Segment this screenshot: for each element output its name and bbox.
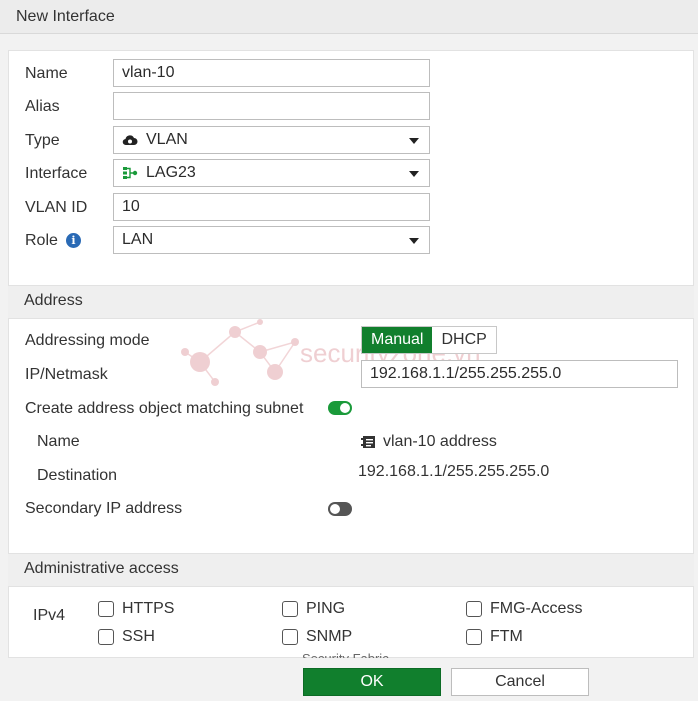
snmp-checkbox[interactable]: SNMP — [282, 628, 352, 646]
ok-button[interactable]: OK — [303, 668, 441, 696]
type-select[interactable]: VLAN — [113, 126, 430, 154]
https-checkbox[interactable]: HTTPS — [98, 600, 174, 618]
name-input[interactable] — [113, 59, 430, 87]
fmg-access-checkbox[interactable]: FMG-Access — [466, 600, 582, 618]
ipv4-label: IPv4 — [33, 607, 66, 624]
role-label: Role i — [25, 232, 81, 250]
interface-select[interactable]: LAG23 — [113, 159, 430, 187]
checkbox-box[interactable] — [282, 629, 298, 645]
secondary-ip-label: Secondary IP address — [25, 500, 183, 517]
object-name-text: vlan-10 address — [383, 433, 497, 450]
create-object-label: Create address object matching subnet — [25, 400, 304, 417]
create-object-toggle[interactable] — [328, 401, 352, 415]
interface-value: LAG23 — [146, 164, 196, 181]
admin-access-panel — [8, 586, 694, 658]
dialog-footer: OK Cancel — [0, 658, 698, 701]
network-aggregate-icon — [123, 167, 138, 179]
dialog-title: New Interface — [0, 0, 698, 34]
admin-access-section-header: Administrative access — [8, 554, 694, 586]
ip-netmask-label: IP/Netmask — [25, 366, 108, 383]
security-fabric-partial-label: Security Fabric — [302, 651, 389, 658]
address-panel — [8, 318, 694, 554]
alias-input[interactable] — [113, 92, 430, 120]
ping-checkbox[interactable]: PING — [282, 600, 345, 618]
alias-label: Alias — [25, 98, 60, 115]
checkbox-box[interactable] — [98, 629, 114, 645]
info-icon[interactable]: i — [65, 233, 81, 248]
destination-value: 192.168.1.1/255.255.255.0 — [358, 463, 550, 480]
role-select[interactable]: LAN — [113, 226, 430, 254]
checkbox-box[interactable] — [466, 601, 482, 617]
chevron-down-icon — [409, 238, 419, 244]
role-value: LAN — [122, 231, 154, 248]
address-section-header: Address — [8, 286, 694, 318]
ftm-checkbox[interactable]: FTM — [466, 628, 523, 646]
destination-label: Destination — [37, 467, 118, 484]
type-value: VLAN — [146, 131, 188, 148]
cloud-icon — [122, 135, 138, 146]
mode-manual-button[interactable]: Manual — [362, 327, 433, 353]
checkbox-box[interactable] — [282, 601, 298, 617]
object-name-label: Name — [37, 433, 80, 450]
type-label: Type — [25, 132, 60, 149]
secondary-ip-toggle[interactable] — [328, 502, 352, 516]
addressing-mode-toggle[interactable]: Manual DHCP — [361, 326, 497, 354]
role-label-text: Role — [25, 232, 58, 249]
addressing-mode-label: Addressing mode — [25, 332, 150, 349]
ip-netmask-input[interactable] — [361, 360, 678, 388]
vlan-id-label: VLAN ID — [25, 199, 88, 216]
ssh-checkbox[interactable]: SSH — [98, 628, 155, 646]
name-label: Name — [25, 65, 68, 82]
chevron-down-icon — [409, 171, 419, 177]
checkbox-box[interactable] — [98, 601, 114, 617]
chevron-down-icon — [409, 138, 419, 144]
interface-label: Interface — [25, 165, 88, 182]
mode-dhcp-button[interactable]: DHCP — [432, 327, 496, 353]
checkbox-box[interactable] — [466, 629, 482, 645]
cancel-button[interactable]: Cancel — [451, 668, 589, 696]
vlan-id-input[interactable] — [113, 193, 430, 221]
object-name-value: vlan-10 address — [361, 433, 497, 451]
address-book-icon — [361, 436, 375, 448]
